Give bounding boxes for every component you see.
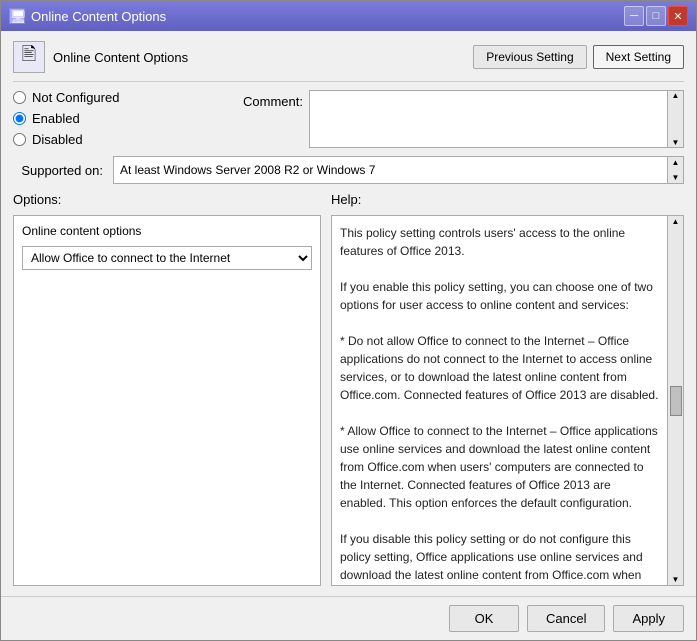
comment-textarea[interactable] <box>310 91 667 147</box>
ok-button[interactable]: OK <box>449 605 519 632</box>
help-paragraph-2: If you enable this policy setting, you c… <box>340 280 653 312</box>
title-bar: 🖥 Online Content Options ─ □ ✕ <box>1 1 696 31</box>
restore-button[interactable]: □ <box>646 6 666 26</box>
options-dropdown[interactable]: Do not allow Office to connect to the In… <box>22 246 312 270</box>
disabled-row: Disabled <box>13 132 233 147</box>
top-bar: 🖹 Online Content Options Previous Settin… <box>13 41 684 82</box>
enabled-row: Enabled <box>13 111 233 126</box>
minimize-button[interactable]: ─ <box>624 6 644 26</box>
comment-section: Comment: ▲ ▼ <box>243 90 684 148</box>
scroll-up-arrow[interactable]: ▲ <box>672 158 680 167</box>
comment-row: Comment: ▲ ▼ <box>243 90 684 148</box>
help-bullet-2: * Allow Office to connect to the Interne… <box>340 424 658 510</box>
options-section-label: Options: <box>13 192 321 207</box>
not-configured-row: Not Configured <box>13 90 233 105</box>
cancel-button[interactable]: Cancel <box>527 605 605 632</box>
window-title: Online Content Options <box>31 9 166 24</box>
not-configured-label: Not Configured <box>32 90 119 105</box>
comment-label: Comment: <box>243 90 303 109</box>
supported-value: At least Windows Server 2008 R2 or Windo… <box>114 157 667 183</box>
disabled-label: Disabled <box>32 132 83 147</box>
help-bullet-1: * Do not allow Office to connect to the … <box>340 334 658 402</box>
help-section-label: Help: <box>331 192 684 207</box>
radio-comment-row: Not Configured Enabled Disabled Comment: <box>13 90 684 148</box>
content-area: 🖹 Online Content Options Previous Settin… <box>1 31 696 596</box>
supported-section: Supported on: At least Windows Server 20… <box>13 156 684 184</box>
help-scroll-thumb[interactable] <box>670 386 682 416</box>
enabled-radio[interactable] <box>13 112 26 125</box>
supported-box-wrapper: At least Windows Server 2008 R2 or Windo… <box>113 156 684 184</box>
close-button[interactable]: ✕ <box>668 6 688 26</box>
comment-box-wrapper: ▲ ▼ <box>309 90 684 148</box>
help-scrollbar[interactable]: ▲ ▼ <box>667 216 683 585</box>
help-paragraph-1: This policy setting controls users' acce… <box>340 226 625 258</box>
help-paragraph-3: If you disable this policy setting or do… <box>340 532 648 585</box>
next-setting-button[interactable]: Next Setting <box>593 45 684 69</box>
nav-buttons: Previous Setting Next Setting <box>473 45 684 69</box>
help-scroll-up[interactable]: ▲ <box>672 217 680 226</box>
comment-scrollbar[interactable]: ▲ ▼ <box>667 91 683 147</box>
bottom-bar: OK Cancel Apply <box>1 596 696 640</box>
scroll-up-arrow[interactable]: ▲ <box>672 91 680 100</box>
panels: Online content options Do not allow Offi… <box>13 215 684 586</box>
supported-label: Supported on: <box>13 163 103 178</box>
disabled-radio[interactable] <box>13 133 26 146</box>
radio-section: Not Configured Enabled Disabled <box>13 90 233 147</box>
help-text: This policy setting controls users' acce… <box>332 216 667 585</box>
options-panel-title: Online content options <box>22 224 312 238</box>
apply-button[interactable]: Apply <box>613 605 684 632</box>
supported-scrollbar[interactable]: ▲ ▼ <box>667 157 683 183</box>
window-icon: 🖥 <box>9 8 25 24</box>
help-scroll-down[interactable]: ▼ <box>672 575 680 584</box>
scroll-down-arrow[interactable]: ▼ <box>672 173 680 182</box>
header-icon: 🖹 <box>13 41 45 73</box>
main-window: 🖥 Online Content Options ─ □ ✕ 🖹 Online … <box>0 0 697 641</box>
section-labels: Options: Help: <box>13 192 684 207</box>
title-bar-buttons: ─ □ ✕ <box>624 6 688 26</box>
options-panel: Online content options Do not allow Offi… <box>13 215 321 586</box>
help-panel: This policy setting controls users' acce… <box>331 215 684 586</box>
previous-setting-button[interactable]: Previous Setting <box>473 45 586 69</box>
not-configured-radio[interactable] <box>13 91 26 104</box>
enabled-label: Enabled <box>32 111 80 126</box>
scroll-down-arrow[interactable]: ▼ <box>672 138 680 147</box>
header-title: Online Content Options <box>53 50 188 65</box>
title-bar-left: 🖥 Online Content Options <box>9 8 166 24</box>
